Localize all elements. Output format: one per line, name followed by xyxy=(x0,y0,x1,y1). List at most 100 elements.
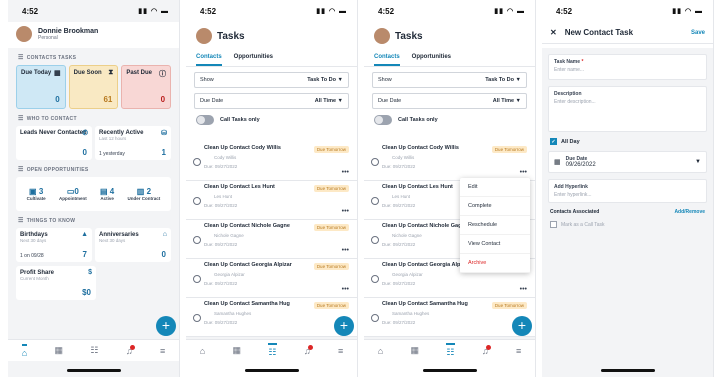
more-icon[interactable]: ••• xyxy=(520,286,527,293)
call-tasks-toggle-row: Call Tasks only xyxy=(364,109,535,131)
tab-contacts[interactable]: Contacts xyxy=(374,50,400,66)
tab-menu-icon[interactable]: ≡ xyxy=(160,346,165,356)
complete-radio[interactable] xyxy=(193,314,201,322)
complete-radio[interactable] xyxy=(193,236,201,244)
tab-tasks-icon[interactable]: ☷ xyxy=(268,343,277,358)
close-icon[interactable]: ✕ xyxy=(550,28,557,37)
new-task-screen: 4:52 ▮▮ ◠ ▬ ✕ New Contact Task Save Task… xyxy=(542,0,714,377)
chevron-down-icon: ▼ xyxy=(695,159,701,165)
list-item[interactable]: Clean Up Contact Nichole Gagne Due Tomorr… xyxy=(186,220,357,259)
more-icon[interactable]: ••• xyxy=(342,169,349,176)
tab-menu-icon[interactable]: ≡ xyxy=(338,346,343,356)
add-remove-link[interactable]: Add/Remove xyxy=(674,209,705,215)
dollar-icon: $ xyxy=(88,269,92,276)
task-name-field[interactable]: Task Name * Enter name... xyxy=(548,54,707,80)
complete-radio[interactable] xyxy=(193,158,201,166)
save-button[interactable]: Save xyxy=(691,30,705,36)
tab-contacts-icon[interactable]: ▦ xyxy=(233,345,242,356)
menu-view-contact[interactable]: View Contact xyxy=(460,235,530,254)
list-item[interactable]: Clean Up Contact Georgia Alpizar Due Tomo… xyxy=(186,259,357,298)
tab-notifications-icon[interactable]: ♫ xyxy=(482,344,491,356)
opp-active[interactable]: ▤ 4 Active xyxy=(100,187,114,201)
description-field[interactable]: Description Enter description... xyxy=(548,86,707,132)
opp-cultivate[interactable]: ▣ 3 Cultivate xyxy=(27,187,46,201)
user-header[interactable]: Donnie Brookman Personal xyxy=(8,22,179,48)
complete-radio[interactable] xyxy=(193,275,201,283)
status-time: 4:52 xyxy=(22,6,39,16)
tab-contacts-icon[interactable]: ▦ xyxy=(411,345,420,356)
alert-icon: ⓘ xyxy=(159,71,167,78)
tab-contacts[interactable]: Contacts xyxy=(196,50,222,66)
add-fab-button[interactable]: + xyxy=(334,316,354,336)
avatar[interactable] xyxy=(374,28,390,44)
cake-icon: ▲ xyxy=(81,231,88,238)
bottom-tab-bar: ⌂ ▦ ☷ ♫ ≡ xyxy=(186,339,357,361)
complete-radio[interactable] xyxy=(371,197,379,205)
add-fab-button[interactable]: + xyxy=(156,316,176,336)
menu-complete[interactable]: Complete xyxy=(460,197,530,216)
menu-edit[interactable]: Edit xyxy=(460,178,530,197)
call-tasks-switch[interactable] xyxy=(374,115,392,125)
list-item[interactable]: Clean Up Contact Cody Willis Due Tomorrow… xyxy=(364,142,535,181)
tab-home-icon[interactable]: ⌂ xyxy=(200,346,205,356)
avatar[interactable] xyxy=(196,28,212,44)
home-indicator xyxy=(600,369,655,372)
opp-appointment[interactable]: ▭0 Appointment xyxy=(59,187,87,201)
due-today-tile[interactable]: Due Today ▦ 0 xyxy=(16,65,66,109)
checkbox-icon[interactable] xyxy=(550,221,557,228)
list-item[interactable]: Clean Up Contact Les Hunt Due Tomorrow Les… xyxy=(186,181,357,220)
list-icon: ☰ xyxy=(18,116,24,122)
birthdays-card[interactable]: Birthdays Next 30 days ▲ 1 on 09/28 7 xyxy=(16,228,92,262)
all-day-checkbox-row[interactable]: ✓ All Day xyxy=(550,138,705,145)
show-filter[interactable]: Show Task To Do ▼ xyxy=(372,72,527,88)
due-date-filter[interactable]: Due Date All Time ▼ xyxy=(372,93,527,109)
complete-radio[interactable] xyxy=(371,236,379,244)
checkbox-checked-icon[interactable]: ✓ xyxy=(550,138,557,145)
tab-menu-icon[interactable]: ≡ xyxy=(516,346,521,356)
complete-radio[interactable] xyxy=(371,158,379,166)
list-item[interactable]: Clean Up Contact Samantha Hug Due Tomorro… xyxy=(364,298,535,337)
list-item[interactable]: Clean Up Contact Cody Willis Due Tomorrow… xyxy=(186,142,357,181)
due-date-field[interactable]: ▦ Due Date 09/26/2022 ▼ xyxy=(548,151,707,173)
menu-archive[interactable]: Archive xyxy=(460,254,530,273)
tab-home-icon[interactable]: ⌂ xyxy=(21,343,28,358)
past-due-tile[interactable]: Past Due ⓘ 0 xyxy=(121,65,172,109)
recently-active-card[interactable]: Recently Active Last 12 hours ⛁ 1 yesterday… xyxy=(95,126,171,160)
leads-never-contacted-card[interactable]: Leads Never Contacted ✆ 0 xyxy=(16,126,92,160)
chevron-down-icon: ▼ xyxy=(337,98,343,104)
tab-home-icon[interactable]: ⌂ xyxy=(378,346,383,356)
tab-tasks-icon[interactable]: ☷ xyxy=(446,343,455,358)
anniversaries-card[interactable]: Anniversaries Next 30 days ⌂ 0 xyxy=(95,228,171,262)
hyperlink-field[interactable]: Add Hyperlink Enter hyperlink... xyxy=(548,179,707,203)
opportunities-card[interactable]: ▣ 3 Cultivate ▭0 Appointment ▤ 4 Active ▥ 2… xyxy=(16,177,171,211)
tab-notifications-icon[interactable]: ♫ xyxy=(126,344,135,356)
menu-reschedule[interactable]: Reschedule xyxy=(460,216,530,235)
call-task-checkbox-row[interactable]: Mark as a Call Task xyxy=(550,221,705,228)
tasks-tabs: Contacts Opportunities xyxy=(364,50,535,67)
add-fab-button[interactable]: + xyxy=(512,316,532,336)
profit-share-card[interactable]: Profit Share Current Month $ $0 xyxy=(16,266,96,300)
more-icon[interactable]: ••• xyxy=(520,169,527,176)
due-soon-tile[interactable]: Due Soon ⧗ 61 xyxy=(68,65,119,109)
home-indicator xyxy=(66,369,121,372)
opp-under-contract[interactable]: ▥ 2 Under Contract xyxy=(128,187,161,201)
list-item[interactable]: Clean Up Contact Samantha Hug Due Tomorro… xyxy=(186,298,357,337)
due-date-filter[interactable]: Due Date All Time ▼ xyxy=(194,93,349,109)
list-icon: ☰ xyxy=(18,218,24,224)
complete-radio[interactable] xyxy=(371,275,379,283)
tab-opportunities[interactable]: Opportunities xyxy=(234,50,273,66)
page-title: Tasks xyxy=(395,30,423,42)
more-icon[interactable]: ••• xyxy=(342,247,349,254)
tab-contacts-icon[interactable]: ▦ xyxy=(55,345,64,356)
complete-radio[interactable] xyxy=(193,197,201,205)
more-icon[interactable]: ••• xyxy=(342,286,349,293)
call-tasks-switch[interactable] xyxy=(196,115,214,125)
tab-tasks-icon[interactable]: ☷ xyxy=(90,345,98,356)
tab-notifications-icon[interactable]: ♫ xyxy=(304,344,313,356)
avatar xyxy=(16,26,32,42)
more-icon[interactable]: ••• xyxy=(342,208,349,215)
tab-opportunities[interactable]: Opportunities xyxy=(412,50,451,66)
complete-radio[interactable] xyxy=(371,314,379,322)
user-name: Donnie Brookman xyxy=(38,27,99,35)
show-filter[interactable]: Show Task To Do ▼ xyxy=(194,72,349,88)
